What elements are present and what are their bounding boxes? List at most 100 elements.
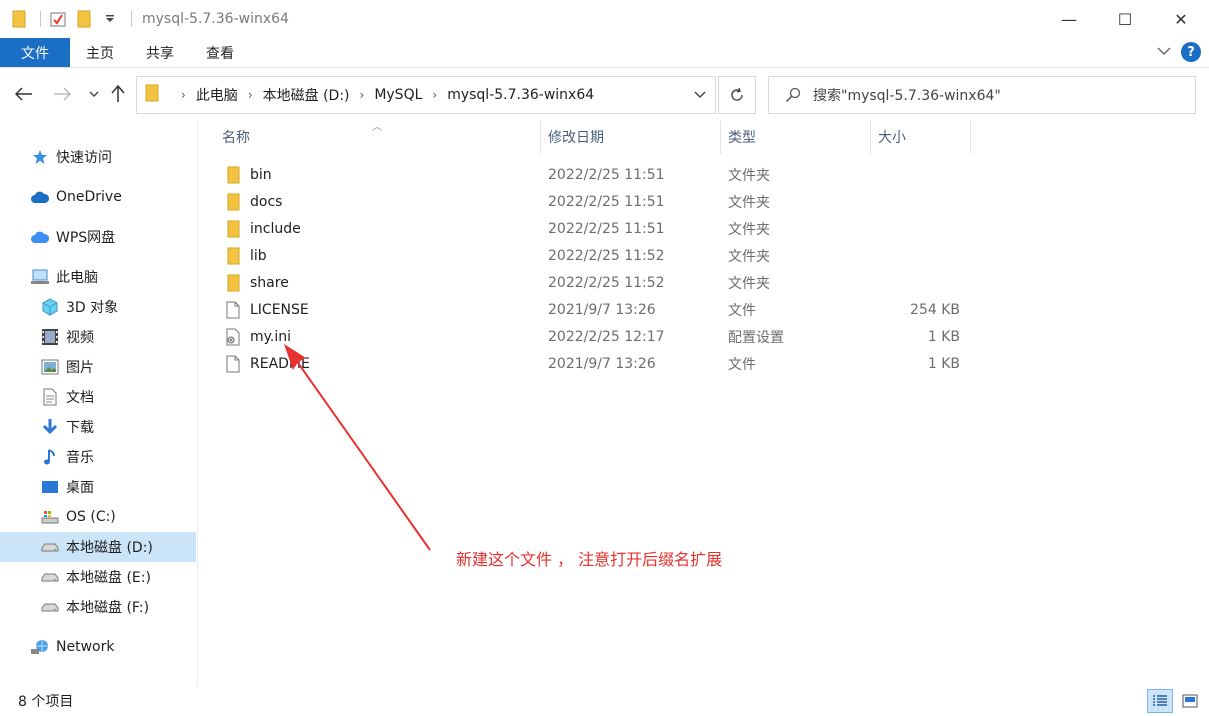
recent-locations-button[interactable] — [82, 82, 106, 106]
sidebar-item-this-pc[interactable]: 此电脑 — [0, 262, 196, 292]
arrow-right-icon — [54, 87, 71, 101]
sidebar-item-label: WPS网盘 — [56, 230, 116, 246]
file-type: 文件夹 — [728, 167, 770, 184]
help-button[interactable]: ? — [1181, 42, 1201, 62]
new-folder-icon[interactable] — [73, 8, 95, 30]
sidebar-item-documents[interactable]: 文档 — [0, 382, 196, 412]
sidebar-item-quick-access[interactable]: 快速访问 — [0, 142, 196, 172]
tab-view[interactable]: 查看 — [190, 38, 250, 67]
sidebar-item-videos[interactable]: 视频 — [0, 322, 196, 352]
sidebar-item-drive-c[interactable]: OS (C:) — [0, 502, 196, 532]
file-type: 文件夹 — [728, 275, 770, 292]
file-size: 1 KB — [927, 328, 960, 345]
up-button[interactable] — [106, 82, 130, 106]
table-row[interactable]: bin 2022/2/25 11:51 文件夹 — [218, 161, 970, 188]
column-header-type[interactable]: 类型 — [728, 120, 756, 154]
table-row[interactable]: share 2022/2/25 11:52 文件夹 — [218, 269, 970, 296]
file-name: bin — [250, 166, 272, 183]
annotation-text: 新建这个文件 ， 注意打开后缀名扩展 — [456, 550, 723, 569]
search-box[interactable]: 搜索"mysql-5.7.36-winx64" — [768, 76, 1196, 114]
desktop-icon — [40, 477, 60, 497]
search-icon — [785, 87, 801, 103]
window-controls: — ☐ ✕ — [1041, 0, 1209, 38]
sidebar-item-label: 下载 — [66, 420, 94, 436]
file-icon — [224, 301, 242, 319]
file-name: share — [250, 274, 289, 291]
cube-icon — [40, 297, 60, 317]
back-button[interactable] — [12, 82, 36, 106]
file-name-cell: LICENSE — [224, 296, 309, 323]
chevron-right-icon[interactable]: › — [360, 88, 365, 102]
file-name-cell: lib — [224, 242, 267, 269]
folder-icon — [224, 274, 242, 292]
toolbar-divider — [40, 11, 41, 27]
address-dropdown-button[interactable] — [685, 77, 715, 113]
close-button[interactable]: ✕ — [1153, 0, 1209, 38]
sidebar-item-music[interactable]: 音乐 — [0, 442, 196, 472]
sidebar-item-pictures[interactable]: 图片 — [0, 352, 196, 382]
large-icons-view-icon — [1182, 694, 1198, 708]
breadcrumb-mysql[interactable]: MySQL — [374, 87, 422, 103]
sidebar-item-network[interactable]: Network — [0, 632, 196, 662]
sidebar-item-downloads[interactable]: 下载 — [0, 412, 196, 442]
column-header-date[interactable]: 修改日期 — [548, 120, 604, 154]
chevron-right-icon[interactable]: › — [432, 88, 437, 102]
folder-icon — [224, 220, 242, 238]
table-row[interactable]: lib 2022/2/25 11:52 文件夹 — [218, 242, 970, 269]
sidebar-item-label: 本地磁盘 (D:) — [66, 540, 153, 556]
column-divider[interactable] — [540, 120, 541, 154]
chevron-right-icon[interactable]: › — [181, 88, 186, 102]
sidebar-item-wps-drive[interactable]: WPS网盘 — [0, 222, 196, 252]
file-name-cell: README — [224, 350, 310, 377]
item-count: 8 个项目 — [18, 694, 74, 710]
sidebar-item-label: 视频 — [66, 330, 94, 346]
chevron-down-icon — [89, 91, 99, 97]
picture-icon — [40, 357, 60, 377]
breadcrumb-current[interactable]: mysql-5.7.36-winx64 — [447, 87, 594, 103]
table-row[interactable]: my.ini 2022/2/25 12:17 配置设置 1 KB — [218, 323, 970, 350]
download-icon — [40, 417, 60, 437]
file-type: 文件 — [728, 356, 756, 373]
column-header-size[interactable]: 大小 — [878, 120, 906, 154]
minimize-button[interactable]: — — [1041, 0, 1097, 38]
maximize-button[interactable]: ☐ — [1097, 0, 1153, 38]
tab-home[interactable]: 主页 — [70, 38, 130, 67]
refresh-button[interactable] — [718, 76, 756, 114]
expand-ribbon-icon[interactable] — [1157, 45, 1171, 59]
view-toggle — [1143, 689, 1203, 713]
sidebar-item-drive-e[interactable]: 本地磁盘 (E:) — [0, 562, 196, 592]
customize-toolbar-icon[interactable] — [99, 8, 121, 30]
sidebar-item-label: 音乐 — [66, 450, 94, 466]
sidebar-item-3d-objects[interactable]: 3D 对象 — [0, 292, 196, 322]
title-bar: mysql-5.7.36-winx64 — ☐ ✕ — [0, 0, 1209, 38]
file-name-cell: share — [224, 269, 289, 296]
file-size: 1 KB — [927, 355, 960, 372]
tab-share[interactable]: 共享 — [130, 38, 190, 67]
table-row[interactable]: docs 2022/2/25 11:51 文件夹 — [218, 188, 970, 215]
file-type: 文件夹 — [728, 194, 770, 211]
table-row[interactable]: LICENSE 2021/9/7 13:26 文件 254 KB — [218, 296, 970, 323]
column-divider[interactable] — [970, 120, 971, 154]
file-name-cell: my.ini — [224, 323, 291, 350]
table-row[interactable]: README 2021/9/7 13:26 文件 1 KB — [218, 350, 970, 377]
address-bar[interactable]: › 此电脑 › 本地磁盘 (D:) › MySQL › mysql-5.7.36… — [136, 76, 716, 114]
sidebar-item-desktop[interactable]: 桌面 — [0, 472, 196, 502]
star-icon — [30, 147, 50, 167]
details-view-button[interactable] — [1147, 689, 1173, 713]
forward-button[interactable] — [50, 82, 74, 106]
breadcrumb-drive-d[interactable]: 本地磁盘 (D:) — [263, 85, 350, 105]
table-row[interactable]: include 2022/2/25 11:51 文件夹 — [218, 215, 970, 242]
properties-icon[interactable] — [47, 8, 69, 30]
sidebar-item-drive-d[interactable]: 本地磁盘 (D:) — [0, 532, 196, 562]
column-divider[interactable] — [720, 120, 721, 154]
column-header-name[interactable]: 名称 — [222, 120, 250, 154]
large-icons-view-button[interactable] — [1177, 689, 1203, 713]
chevron-right-icon[interactable]: › — [248, 88, 253, 102]
sidebar-item-onedrive[interactable]: OneDrive — [0, 182, 196, 212]
tab-file[interactable]: 文件 — [0, 38, 70, 67]
column-divider[interactable] — [870, 120, 871, 154]
search-input[interactable]: 搜索"mysql-5.7.36-winx64" — [813, 85, 1001, 105]
sidebar-item-drive-f[interactable]: 本地磁盘 (F:) — [0, 592, 196, 622]
breadcrumb-this-pc[interactable]: 此电脑 — [196, 85, 238, 105]
file-name: LICENSE — [250, 301, 309, 318]
